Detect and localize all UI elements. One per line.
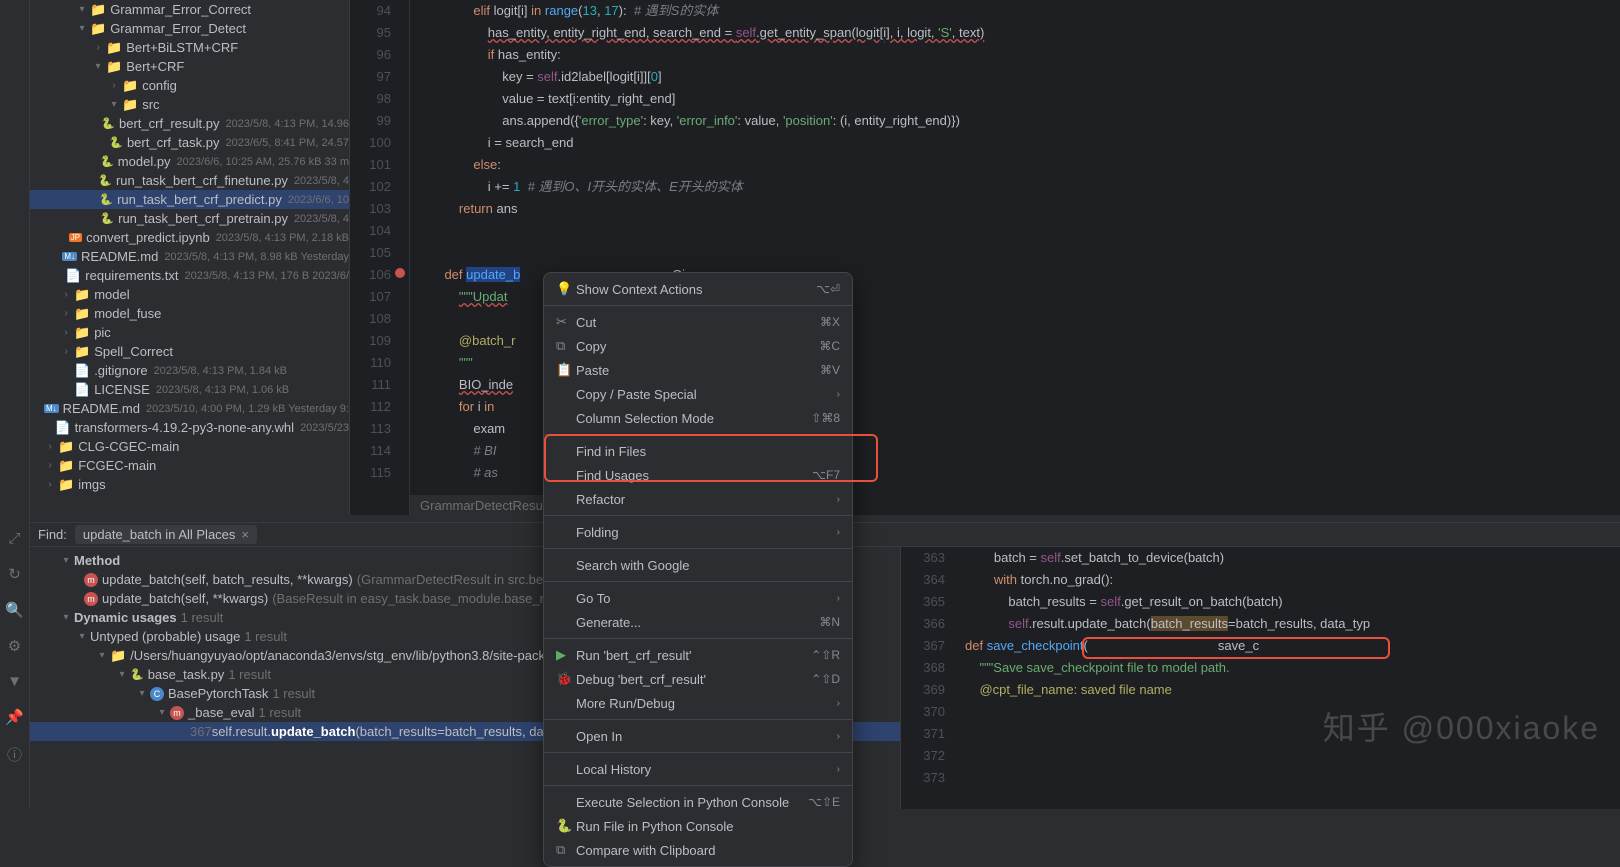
menu-execute-selection-in-python-console[interactable]: Execute Selection in Python Console⌥⇧E (544, 790, 852, 814)
python-icon: 🐍 (99, 193, 113, 206)
method-icon: m (170, 706, 184, 720)
tree-item[interactable]: JPconvert_predict.ipynb2023/5/8, 4:13 PM… (30, 228, 349, 247)
menu-cut[interactable]: ✂Cut⌘X (544, 310, 852, 334)
tree-item[interactable]: 📄transformers-4.19.2-py3-none-any.whl202… (30, 418, 349, 437)
menu-debug-bert-crf-result-[interactable]: 🐞Debug 'bert_crf_result'⌃⇧D (544, 667, 852, 691)
file-icon: 📄 (65, 268, 81, 284)
tree-item[interactable]: 🐍run_task_bert_crf_pretrain.py2023/5/8, … (30, 209, 349, 228)
folder-icon: 📁 (74, 325, 90, 341)
context-menu: 💡Show Context Actions⌥⏎ ✂Cut⌘X⧉Copy⌘C📋Pas… (543, 272, 853, 867)
folder-icon: 📁 (90, 21, 106, 37)
tree-item[interactable]: ▾📁Grammar_Error_Detect (30, 19, 349, 38)
menu-copy-paste-special[interactable]: Copy / Paste Special› (544, 382, 852, 406)
menu-go-to[interactable]: Go To› (544, 586, 852, 610)
left-toolbar: ⤢ ↻ 🔍 ⚙ ▼ 📌 ⓘ (0, 0, 30, 809)
file-icon: 📄 (74, 382, 90, 398)
tree-item[interactable]: ›📁model (30, 285, 349, 304)
folder-icon: 📁 (106, 59, 122, 75)
menu-show-context-actions[interactable]: 💡Show Context Actions⌥⏎ (544, 277, 852, 301)
menu-refactor[interactable]: Refactor› (544, 487, 852, 511)
python-icon: 🐍 (98, 174, 112, 187)
folder-icon: 📁 (74, 306, 90, 322)
tree-item[interactable]: ▾📁Grammar_Error_Correct (30, 0, 349, 19)
folder-icon: 📁 (58, 458, 74, 474)
file-icon: 📄 (54, 420, 70, 436)
python-icon: 🐍 (100, 155, 114, 168)
tree-item[interactable]: ›📁Bert+BiLSTM+CRF (30, 38, 349, 57)
menu-run-bert-crf-result-[interactable]: ▶Run 'bert_crf_result'⌃⇧R (544, 643, 852, 667)
markdown-icon: M↓ (62, 252, 77, 261)
tree-item[interactable]: ›📁FCGEC-main (30, 456, 349, 475)
python-icon: 🐍 (109, 136, 123, 149)
jupyter-icon: JP (69, 233, 82, 242)
tree-item[interactable]: ›📁imgs (30, 475, 349, 494)
breadcrumb-class[interactable]: GrammarDetectResult (420, 498, 549, 513)
find-label: Find: (38, 527, 67, 542)
pin-icon[interactable]: 📌 (5, 708, 24, 726)
python-icon: 🐍 (130, 668, 144, 681)
info-icon[interactable]: ⓘ (7, 744, 22, 765)
folder-icon: 📁 (122, 78, 138, 94)
tree-item[interactable]: 📄requirements.txt2023/5/8, 4:13 PM, 176 … (30, 266, 349, 285)
tree-item[interactable]: ›📁config (30, 76, 349, 95)
tree-item[interactable]: M↓README.md2023/5/8, 4:13 PM, 8.98 kB Ye… (30, 247, 349, 266)
markdown-icon: M↓ (44, 404, 59, 413)
project-tree: ▾📁Grammar_Error_Correct▾📁Grammar_Error_D… (30, 0, 350, 515)
tree-item[interactable]: 📄LICENSE2023/5/8, 4:13 PM, 1.06 kB (30, 380, 349, 399)
tree-item[interactable]: ▾📁src (30, 95, 349, 114)
folder-icon: 📁 (106, 40, 122, 56)
class-icon: C (150, 687, 164, 701)
find-tab[interactable]: update_batch in All Places × (75, 525, 257, 544)
tree-item[interactable]: 🐍run_task_bert_crf_predict.py2023/6/6, 1… (30, 190, 349, 209)
tree-item[interactable]: 🐍bert_crf_result.py2023/5/8, 4:13 PM, 14… (30, 114, 349, 133)
refresh-icon[interactable]: ↻ (8, 565, 21, 583)
tree-item[interactable]: ▾📁Bert+CRF (30, 57, 349, 76)
tree-item[interactable]: 🐍run_task_bert_crf_finetune.py2023/5/8, … (30, 171, 349, 190)
close-icon[interactable]: × (241, 527, 249, 542)
filter-icon[interactable]: ▼ (7, 673, 22, 690)
watermark: 知乎 @000xiaoke (1323, 703, 1600, 749)
method-icon: m (84, 573, 98, 587)
tree-item[interactable]: 🐍model.py2023/6/6, 10:25 AM, 25.76 kB 33… (30, 152, 349, 171)
folder-icon: 📁 (74, 344, 90, 360)
gear-icon[interactable]: ⚙ (8, 637, 21, 655)
tree-item[interactable]: 🐍bert_crf_task.py2023/6/5, 8:41 PM, 24.5… (30, 133, 349, 152)
tree-item[interactable]: M↓README.md2023/5/10, 4:00 PM, 1.29 kB Y… (30, 399, 349, 418)
folder-icon: 📁 (58, 477, 74, 493)
tree-item[interactable]: ›📁Spell_Correct (30, 342, 349, 361)
menu-copy[interactable]: ⧉Copy⌘C (544, 334, 852, 358)
highlight-find-usages (544, 434, 878, 482)
python-icon: 🐍 (100, 212, 114, 225)
folder-icon: 📁 (122, 97, 138, 113)
tree-item[interactable]: 📄.gitignore2023/5/8, 4:13 PM, 1.84 kB (30, 361, 349, 380)
menu-open-in[interactable]: Open In› (544, 724, 852, 748)
highlight-usage (1082, 637, 1390, 659)
menu-paste[interactable]: 📋Paste⌘V (544, 358, 852, 382)
method-icon: m (84, 592, 98, 606)
menu-generate-[interactable]: Generate...⌘N (544, 610, 852, 634)
folder-icon: 📁 (74, 287, 90, 303)
folder-icon: 📁 (58, 439, 74, 455)
menu-local-history[interactable]: Local History› (544, 757, 852, 781)
menu-column-selection-mode[interactable]: Column Selection Mode⇧⌘8 (544, 406, 852, 430)
code-editor[interactable]: 9495969798991001011021031041051061071081… (350, 0, 1620, 515)
menu-more-run-debug[interactable]: More Run/Debug› (544, 691, 852, 715)
find-preview: 363364365366367368369370371372373 batch … (900, 547, 1620, 809)
folder-icon: 📁 (110, 648, 126, 664)
tree-item[interactable]: ›📁pic (30, 323, 349, 342)
menu-run-file-in-python-console[interactable]: 🐍Run File in Python Console (544, 814, 852, 838)
tree-item[interactable]: ›📁model_fuse (30, 304, 349, 323)
tree-item[interactable]: ›📁CLG-CGEC-main (30, 437, 349, 456)
file-icon: 📄 (74, 363, 90, 379)
python-icon: 🐍 (101, 117, 115, 130)
search-icon[interactable]: 🔍 (5, 601, 24, 619)
folder-icon: 📁 (90, 2, 106, 18)
menu-compare-with-clipboard[interactable]: ⧉Compare with Clipboard (544, 838, 852, 862)
menu-search-with-google[interactable]: Search with Google (544, 553, 852, 577)
expand-icon[interactable]: ⤢ (8, 530, 20, 547)
menu-folding[interactable]: Folding› (544, 520, 852, 544)
